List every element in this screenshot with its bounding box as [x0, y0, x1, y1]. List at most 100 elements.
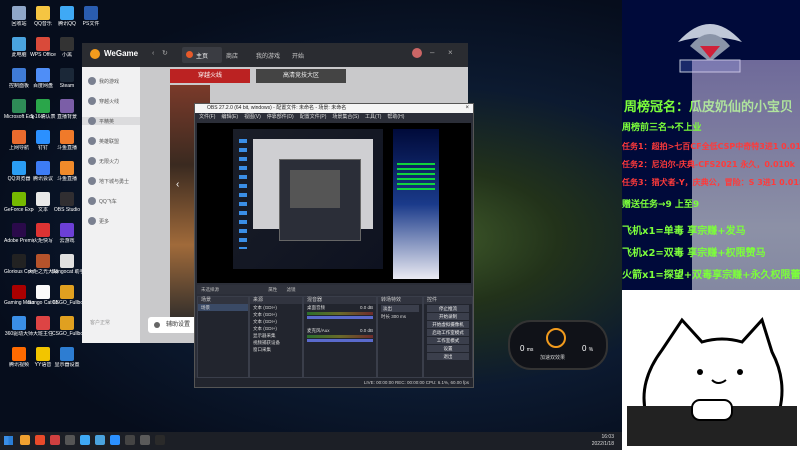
- avatar[interactable]: [412, 48, 422, 58]
- menu-item[interactable]: 帮助(H): [387, 114, 404, 120]
- transition-select[interactable]: 淡出: [381, 305, 419, 312]
- tab-my-games[interactable]: 我的游戏: [256, 51, 280, 60]
- sidebar-item[interactable]: 穿越火线: [88, 97, 119, 105]
- tab-home[interactable]: 主页: [182, 47, 222, 63]
- control-button[interactable]: 启动工作室模式: [427, 329, 469, 336]
- taskbar-app-icon[interactable]: [35, 435, 45, 445]
- net-accelerator-widget[interactable]: 0 ms 0 % 加速双效果: [508, 320, 608, 370]
- close-icon[interactable]: ×: [465, 104, 469, 113]
- desktop-icon-label: 云游戏: [59, 238, 75, 244]
- desktop-icon[interactable]: OBS Studio: [52, 192, 82, 213]
- sidebar-item-label: 我的游戏: [99, 78, 120, 85]
- app-icon: [12, 161, 26, 175]
- control-button[interactable]: 停止推流: [427, 305, 469, 312]
- desktop-icon[interactable]: 直播背景: [52, 99, 82, 120]
- desktop-icon-label: 显示器设置: [54, 362, 80, 368]
- control-button[interactable]: 退出: [427, 353, 469, 360]
- app-icon: [60, 192, 74, 206]
- tab-start[interactable]: 开始: [292, 51, 304, 60]
- transitions-dock-title: 转场特效: [378, 297, 422, 304]
- sidebar-item[interactable]: 地下城与勇士: [88, 177, 129, 185]
- sidebar-item[interactable]: QQ飞车: [88, 197, 117, 205]
- control-button[interactable]: 设置: [427, 345, 469, 352]
- taskbar-app-icon[interactable]: [155, 435, 165, 445]
- taskbar-app-icon[interactable]: [140, 435, 150, 445]
- control-button[interactable]: 工作室模式: [427, 337, 469, 344]
- sidebar-item[interactable]: 平精英: [82, 117, 140, 125]
- close-icon[interactable]: ×: [448, 48, 453, 57]
- tab-hd-zone[interactable]: 高清竞技大区: [256, 69, 346, 83]
- preview-desktop: [233, 129, 383, 269]
- taskbar-app-icon[interactable]: [65, 435, 75, 445]
- filters-button[interactable]: 滤镜: [287, 287, 296, 292]
- menu-item[interactable]: 视图(V): [244, 114, 261, 120]
- clock[interactable]: 16:03 2022/1/18: [592, 434, 614, 448]
- menu-item[interactable]: 停靠部件(D): [267, 114, 294, 120]
- obs-titlebar[interactable]: OBS 27.2.0 (64 bit, windows) - 配置文件: 未命名…: [195, 104, 473, 113]
- menu-item[interactable]: 工具(T): [365, 114, 381, 120]
- prev-arrow-icon[interactable]: ‹: [176, 179, 179, 190]
- source-item[interactable]: 视频捕获设备: [250, 339, 302, 346]
- app-icon: [12, 192, 26, 206]
- desktop-icon[interactable]: 斗鱼直播: [52, 130, 82, 151]
- mixer-meter: [307, 335, 373, 338]
- desktop-icon[interactable]: 显示器设置: [52, 347, 82, 368]
- menu-item[interactable]: 编辑(E): [221, 114, 238, 120]
- taskbar-app-icon[interactable]: [80, 435, 90, 445]
- source-item[interactable]: 显示器采集: [250, 332, 302, 339]
- app-icon: [36, 6, 50, 20]
- transition-duration[interactable]: 时长 300 ms: [378, 313, 422, 320]
- desktop-icon[interactable]: Steam: [52, 68, 82, 89]
- app-icon: [36, 192, 50, 206]
- tab-store[interactable]: 商店: [226, 51, 238, 60]
- start-icon[interactable]: [4, 436, 13, 445]
- obs-preview[interactable]: [197, 123, 471, 283]
- transitions-dock: 转场特效 淡出 时长 300 ms: [377, 296, 423, 378]
- desktop-icon[interactable]: 斗鱼直播: [52, 161, 82, 182]
- menu-item[interactable]: 场景集合(S): [332, 114, 359, 120]
- desktop-icon[interactable]: CSGO_Fullbo...: [52, 285, 82, 306]
- obs-title: OBS 27.2.0 (64 bit, windows) - 配置文件: 未命名…: [207, 105, 347, 111]
- sidebar-item[interactable]: 我的游戏: [88, 77, 119, 85]
- tab-cf[interactable]: 穿越火线: [170, 69, 250, 83]
- menu-item[interactable]: 配置文件(P): [300, 114, 327, 120]
- preview-icons: [239, 139, 247, 249]
- taskbar-app-icon[interactable]: [50, 435, 60, 445]
- desktop-icon[interactable]: 云游戏: [52, 223, 82, 244]
- taskbar-app-icon[interactable]: [20, 435, 30, 445]
- wegame-titlebar[interactable]: WeGame ‹ ↻ 主页 商店 我的游戏 开始 – ×: [82, 43, 468, 67]
- source-item[interactable]: 文本 (GDI+): [250, 304, 302, 311]
- app-icon: [60, 161, 74, 175]
- app-icon: [12, 223, 26, 237]
- bongo-cat: [622, 290, 800, 450]
- volume-slider[interactable]: [307, 316, 373, 319]
- desktop-icon[interactable]: 小黑: [52, 37, 82, 58]
- taskbar-app-icon[interactable]: [125, 435, 135, 445]
- menu-item[interactable]: 文件(F): [199, 114, 215, 120]
- sidebar-item[interactable]: 无限火力: [88, 157, 119, 165]
- source-item[interactable]: 窗口采集: [250, 346, 302, 353]
- overlay-line: 火箭x1=探望+双毒享宗赚+永久权限蕾马: [622, 270, 800, 281]
- desktop-icon[interactable]: CSGO_Fullbo...: [52, 316, 82, 337]
- mixer-dock-title: 混音器: [304, 297, 376, 304]
- taskbar-app-icon[interactable]: [95, 435, 105, 445]
- sidebar-item[interactable]: 更多: [88, 217, 109, 225]
- back-icon[interactable]: ‹: [152, 50, 154, 57]
- sidebar-item[interactable]: 英雄联盟: [88, 137, 119, 145]
- desktop-icon-label: 小黑: [61, 52, 72, 58]
- source-item[interactable]: 文本 (GDI+): [250, 318, 302, 325]
- game-icon: [88, 137, 96, 145]
- properties-button[interactable]: 属性: [268, 287, 277, 292]
- desktop-icon[interactable]: PS文件: [76, 6, 106, 27]
- source-item[interactable]: 文本 (GDI+): [250, 325, 302, 332]
- minimize-icon[interactable]: –: [430, 48, 434, 57]
- source-item[interactable]: 文本 (GDI+): [250, 311, 302, 318]
- volume-slider[interactable]: [307, 339, 373, 342]
- desktop-icon[interactable]: Bongocat 助手: [52, 254, 82, 275]
- control-button[interactable]: 开始虚拟摄像机: [427, 321, 469, 328]
- obs-window[interactable]: OBS 27.2.0 (64 bit, windows) - 配置文件: 未命名…: [194, 103, 474, 388]
- scene-item[interactable]: 场景: [198, 304, 248, 311]
- refresh-icon[interactable]: ↻: [162, 49, 168, 57]
- control-button[interactable]: 开始录制: [427, 313, 469, 320]
- taskbar-app-icon[interactable]: [110, 435, 120, 445]
